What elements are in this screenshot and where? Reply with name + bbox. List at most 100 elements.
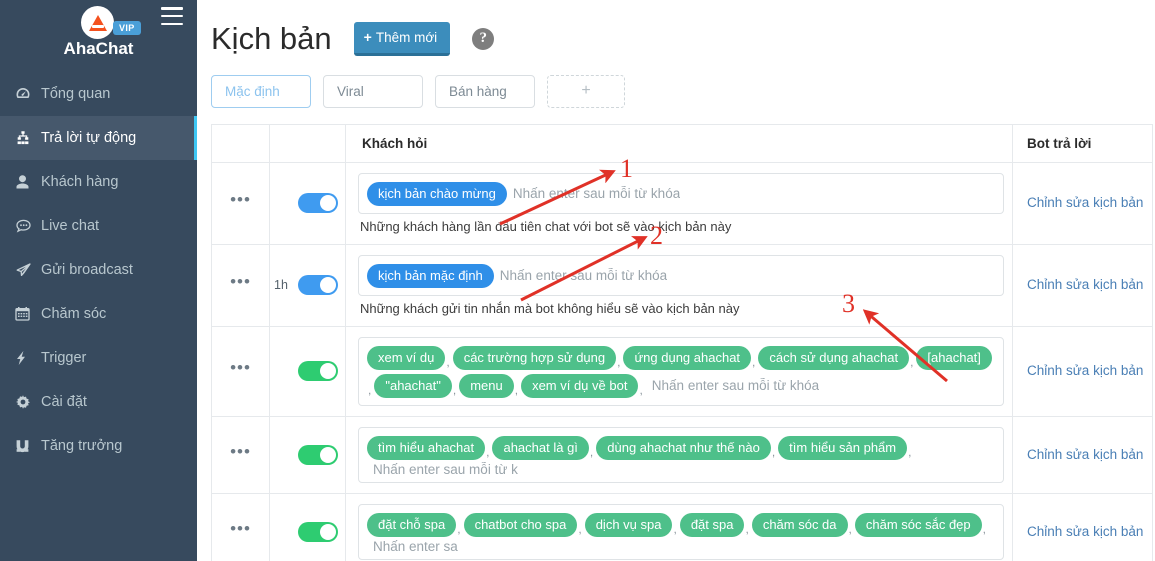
keyword-placeholder: Nhấn enter sau mỗi từ k xyxy=(373,461,518,477)
tab-label: Viral xyxy=(337,83,364,99)
row-keywords-cell: tìm hiểu ahachat, ahachat là gì, dùng ahac… xyxy=(345,415,1013,494)
sidebar-item-tra-loi-tu-dong[interactable]: Trả lời tự động xyxy=(0,116,197,160)
sidebar-item-cham-soc[interactable]: Chăm sóc xyxy=(0,292,197,336)
keyword-chip[interactable]: tìm hiểu sản phẩm xyxy=(778,435,908,460)
keyword-separator: , xyxy=(368,382,372,397)
sitemap-icon xyxy=(15,130,41,146)
keyword-chip[interactable]: các trường hợp sử dụng xyxy=(452,345,617,370)
keyword-input[interactable]: đặt chỗ spa, chatbot cho spa, dịch vụ spa,… xyxy=(358,503,1004,560)
keyword-chip[interactable]: đặt spa xyxy=(679,512,745,537)
sidebar-item-cai-dat[interactable]: Cài đặt xyxy=(0,380,197,424)
sidebar-item-label: Trả lời tự động xyxy=(41,130,137,146)
keyword-input[interactable]: kịch bản mặc định Nhấn enter sau mỗi từ k… xyxy=(358,254,1004,296)
row-enable-toggle[interactable] xyxy=(298,444,338,465)
keyword-separator: , xyxy=(514,382,519,397)
plus-icon: + xyxy=(363,29,372,45)
keyword-chip[interactable]: "ahachat" xyxy=(374,373,452,398)
keyword-chip[interactable]: chatbot cho spa xyxy=(463,512,578,537)
keyword-chip[interactable]: chăm sóc sắc đẹp xyxy=(854,512,982,537)
sidebar-item-tong-quan[interactable]: Tổng quan xyxy=(0,72,197,116)
sidebar-item-khach-hang[interactable]: Khách hàng xyxy=(0,160,197,204)
keyword-input[interactable]: tìm hiểu ahachat, ahachat là gì, dùng ahac… xyxy=(358,426,1004,483)
keyword-chip[interactable]: cách sử dụng ahachat xyxy=(758,345,910,370)
keyword-chip[interactable]: dịch vụ spa xyxy=(584,512,673,537)
row-enable-toggle[interactable] xyxy=(298,193,338,214)
add-tab-button[interactable]: + xyxy=(547,74,625,108)
sidebar: VIP AhaChat Tổng quan Trả lời tự động Kh… xyxy=(0,0,197,561)
keyword-separator: , xyxy=(910,354,914,369)
keyword-chip[interactable]: xem ví dụ xyxy=(367,345,446,370)
row-menu-icon[interactable]: ••• xyxy=(211,243,270,327)
help-icon[interactable]: ? xyxy=(472,27,495,50)
row-delay-label: 1h xyxy=(274,278,288,293)
edit-scenario-link[interactable]: Chỉnh sửa kịch bản xyxy=(1027,277,1143,292)
th-toggle xyxy=(269,123,346,163)
keyword-separator: , xyxy=(578,521,582,536)
sidebar-item-label: Tăng trưởng xyxy=(41,438,123,454)
keyword-chip[interactable]: kịch bản chào mừng xyxy=(367,181,507,206)
row-enable-toggle[interactable] xyxy=(298,521,338,542)
th-answer: Bot trả lời xyxy=(1012,123,1153,163)
add-new-button[interactable]: + Thêm mới xyxy=(353,22,451,56)
row-enable-toggle[interactable] xyxy=(298,275,338,296)
paper-plane-icon xyxy=(15,262,41,278)
sidebar-item-label: Chăm sóc xyxy=(41,306,107,322)
edit-scenario-link[interactable]: Chỉnh sửa kịch bản xyxy=(1027,524,1143,539)
row-menu-icon[interactable]: ••• xyxy=(211,161,270,245)
keyword-chip[interactable]: [ahachat] xyxy=(916,345,992,370)
row-menu-icon[interactable]: ••• xyxy=(211,325,270,417)
sidebar-item-live-chat[interactable]: Live chat xyxy=(0,204,197,248)
sidebar-item-gui-broadcast[interactable]: Gửi broadcast xyxy=(0,248,197,292)
row-answer-cell: Chỉnh sửa kịch bản xyxy=(1012,492,1153,561)
table-row: ••• đặt chỗ spa, chatbot cho spa, dịch vụ s… xyxy=(211,492,1153,561)
table-header-row: Khách hỏi Bot trả lời xyxy=(211,123,1153,163)
tab-label: Mặc định xyxy=(225,83,280,99)
sidebar-item-tang-truong[interactable]: Tăng trưởng xyxy=(0,424,197,468)
edit-scenario-link[interactable]: Chỉnh sửa kịch bản xyxy=(1027,195,1143,210)
scenario-tabs: Mặc định Viral Bán hàng + xyxy=(197,56,1155,108)
tab-viral[interactable]: Viral xyxy=(323,74,423,108)
tab-ban-hang[interactable]: Bán hàng xyxy=(435,74,535,108)
keyword-chip[interactable]: menu xyxy=(459,373,514,398)
keyword-input[interactable]: kịch bản chào mừng Nhấn enter sau mỗi từ … xyxy=(358,172,1004,214)
row-menu-icon[interactable]: ••• xyxy=(211,492,270,561)
keyword-separator: , xyxy=(745,521,749,536)
th-actions xyxy=(211,123,270,163)
edit-scenario-link[interactable]: Chỉnh sửa kịch bản xyxy=(1027,447,1143,462)
sidebar-item-label: Gửi broadcast xyxy=(41,262,133,278)
row-description: Những khách hàng lần đầu tiên chat với b… xyxy=(360,218,732,234)
scenario-table: Khách hỏi Bot trả lời ••• kịch bản chào m… xyxy=(211,123,1153,561)
gear-icon xyxy=(15,394,41,410)
row-enable-toggle[interactable] xyxy=(298,361,338,382)
keyword-separator: , xyxy=(752,354,756,369)
keyword-input[interactable]: xem ví dụ, các trường hợp sử dụng, ứng dụn… xyxy=(358,336,1004,406)
sidebar-item-label: Khách hàng xyxy=(41,174,119,190)
edit-scenario-link[interactable]: Chỉnh sửa kịch bản xyxy=(1027,363,1143,378)
keyword-chip[interactable]: kịch bản mặc định xyxy=(367,263,494,288)
keyword-chip[interactable]: ahachat là gì xyxy=(492,435,589,460)
keyword-chip[interactable]: chăm sóc da xyxy=(751,512,848,537)
vip-badge: VIP xyxy=(113,21,141,35)
sidebar-item-trigger[interactable]: Trigger xyxy=(0,336,197,380)
sidebar-item-label: Tổng quan xyxy=(41,86,111,102)
row-toggle-cell xyxy=(269,161,346,245)
keyword-separator: , xyxy=(771,444,776,459)
sidebar-item-label: Trigger xyxy=(41,350,87,366)
main-content: Kịch bản + Thêm mới ? Mặc định Viral Bán … xyxy=(197,0,1155,561)
sidebar-brand: VIP AhaChat xyxy=(0,0,197,66)
keyword-chip[interactable]: xem ví dụ về bot xyxy=(521,373,639,398)
keyword-chip[interactable]: ứng dụng ahachat xyxy=(623,345,752,370)
row-keywords-cell: xem ví dụ, các trường hợp sử dụng, ứng dụn… xyxy=(345,325,1013,417)
calendar-icon xyxy=(15,306,41,322)
keyword-chip[interactable]: tìm hiểu ahachat xyxy=(367,435,486,460)
keyword-separator: , xyxy=(486,444,490,459)
keyword-placeholder: Nhấn enter sa xyxy=(373,538,458,554)
app-root: VIP AhaChat Tổng quan Trả lời tự động Kh… xyxy=(0,0,1155,561)
keyword-chip[interactable]: dùng ahachat như thế nào xyxy=(596,435,771,460)
keyword-chip[interactable]: đặt chỗ spa xyxy=(367,512,457,537)
row-menu-icon[interactable]: ••• xyxy=(211,415,270,494)
keyword-separator: , xyxy=(457,521,461,536)
table-row: ••• tìm hiểu ahachat, ahachat là gì, dùng a… xyxy=(211,415,1153,494)
tab-mac-dinh[interactable]: Mặc định xyxy=(211,74,311,108)
hamburger-icon[interactable] xyxy=(161,7,183,25)
